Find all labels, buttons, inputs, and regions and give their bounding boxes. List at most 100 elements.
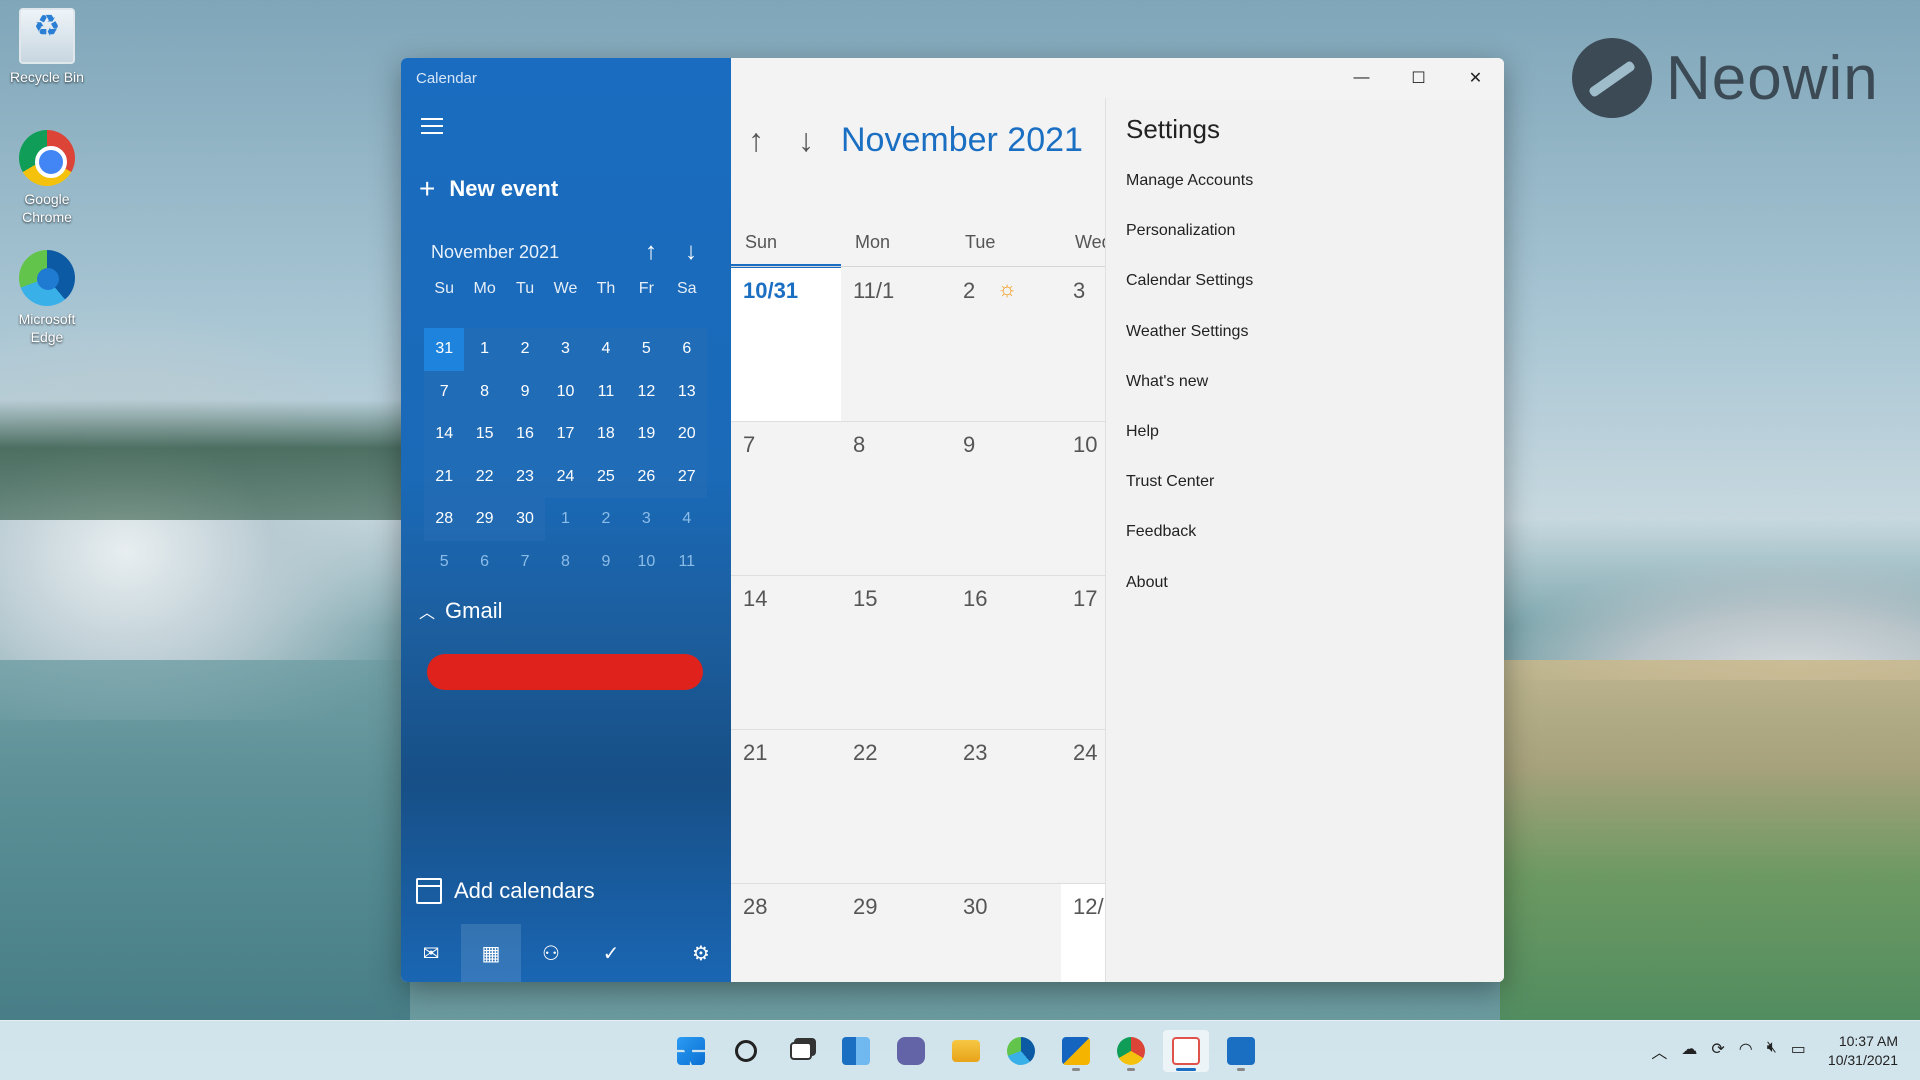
calendar-icon[interactable]: ▦ xyxy=(461,924,521,982)
mini-calendar-down-arrow-icon[interactable]: ↓ xyxy=(671,238,711,266)
mini-day[interactable]: 9 xyxy=(586,541,626,584)
settings-icon[interactable]: ⚙ xyxy=(671,924,731,982)
mini-day[interactable]: 3 xyxy=(626,498,666,541)
mail-icon[interactable]: ✉ xyxy=(401,924,461,982)
mini-day[interactable]: 2 xyxy=(586,498,626,541)
mini-day[interactable]: 3 xyxy=(545,328,586,371)
mini-day[interactable]: 1 xyxy=(464,328,505,371)
day-cell[interactable]: 15 xyxy=(841,576,951,729)
store-button[interactable] xyxy=(1053,1030,1099,1072)
sync-icon[interactable]: ⟳ xyxy=(1711,1039,1724,1063)
mini-day[interactable]: 28 xyxy=(424,498,465,541)
settings-item-about[interactable]: About xyxy=(1126,574,1253,624)
mini-day[interactable]: 7 xyxy=(424,370,465,413)
day-cell[interactable]: 8 xyxy=(841,422,951,575)
mini-day[interactable]: 14 xyxy=(424,413,465,456)
mini-day[interactable]: 23 xyxy=(504,455,546,498)
mini-day[interactable]: 2 xyxy=(504,328,546,371)
mini-day[interactable]: 29 xyxy=(464,498,505,541)
todo-icon[interactable]: ✓ xyxy=(581,924,641,982)
people-icon[interactable]: ⚇ xyxy=(521,924,581,982)
mini-day[interactable]: 10 xyxy=(545,370,586,413)
close-button[interactable]: ✕ xyxy=(1447,58,1504,98)
calendar-taskbar-button[interactable] xyxy=(1218,1030,1264,1072)
day-cell[interactable]: 28 xyxy=(731,884,841,982)
chat-button[interactable] xyxy=(888,1030,934,1072)
settings-item-trust-center[interactable]: Trust Center xyxy=(1126,473,1253,523)
chrome-taskbar-button[interactable] xyxy=(1108,1030,1154,1072)
mini-calendar-up-arrow-icon[interactable]: ↑ xyxy=(631,238,671,266)
mini-day[interactable]: 13 xyxy=(666,370,707,413)
task-view-button[interactable] xyxy=(778,1030,824,1072)
day-cell[interactable]: 17 xyxy=(1061,576,1105,729)
mini-day[interactable]: 4 xyxy=(667,498,707,541)
mini-day[interactable]: 27 xyxy=(666,455,707,498)
day-cell-next-month[interactable]: 12/1 xyxy=(1061,884,1105,982)
mini-day[interactable]: 26 xyxy=(626,455,667,498)
mini-day[interactable]: 16 xyxy=(504,413,546,456)
day-cell[interactable]: 24 xyxy=(1061,730,1105,883)
day-cell-today[interactable]: 10/31 xyxy=(731,268,841,421)
mini-day[interactable]: 19 xyxy=(626,413,667,456)
search-button[interactable] xyxy=(723,1030,769,1072)
mini-day[interactable]: 30 xyxy=(504,498,546,541)
day-cell[interactable]: 11/1 xyxy=(841,268,951,421)
mini-day[interactable]: 5 xyxy=(626,328,667,371)
day-cell[interactable]: 29 xyxy=(841,884,951,982)
mini-day[interactable]: 21 xyxy=(424,455,465,498)
day-cell[interactable]: 16 xyxy=(951,576,1061,729)
settings-item-manage-accounts[interactable]: Manage Accounts xyxy=(1126,172,1253,222)
mini-day[interactable]: 12 xyxy=(626,370,667,413)
month-title[interactable]: November 2021 xyxy=(841,121,1083,160)
hamburger-menu-icon[interactable] xyxy=(421,118,443,134)
mini-day[interactable]: 11 xyxy=(585,370,627,413)
day-cell[interactable]: 7 xyxy=(731,422,841,575)
wifi-icon[interactable]: ◠ xyxy=(1739,1039,1753,1063)
mini-day[interactable]: 5 xyxy=(424,541,464,584)
snipping-tool-button[interactable] xyxy=(1163,1030,1209,1072)
mini-day[interactable]: 10 xyxy=(626,541,666,584)
chevron-up-icon[interactable]: ︿ xyxy=(1651,1039,1667,1063)
mini-day[interactable]: 4 xyxy=(585,328,627,371)
settings-item-calendar-settings[interactable]: Calendar Settings xyxy=(1126,272,1253,322)
mini-day[interactable]: 1 xyxy=(545,498,585,541)
add-calendars-button[interactable]: Add calendars xyxy=(416,878,595,904)
previous-month-arrow-icon[interactable]: ↑ xyxy=(731,122,781,159)
day-cell[interactable]: 21 xyxy=(731,730,841,883)
settings-item-personalization[interactable]: Personalization xyxy=(1126,222,1253,272)
mini-day[interactable]: 24 xyxy=(545,455,586,498)
day-cell[interactable]: 14 xyxy=(731,576,841,729)
volume-muted-icon[interactable]: 🔇︎ xyxy=(1767,1039,1777,1063)
new-event-button[interactable]: + New event xyxy=(419,175,558,203)
mini-day[interactable]: 20 xyxy=(666,413,707,456)
desktop-icon-chrome[interactable]: Google Chrome xyxy=(4,130,90,226)
gmail-account-group[interactable]: ︿ Gmail xyxy=(419,598,502,624)
mini-day[interactable]: 25 xyxy=(585,455,627,498)
mini-day[interactable]: 6 xyxy=(464,541,504,584)
battery-icon[interactable]: ▭ xyxy=(1791,1039,1806,1063)
mini-day[interactable]: 6 xyxy=(666,328,707,371)
mini-day[interactable]: 8 xyxy=(545,541,585,584)
day-cell[interactable]: 23 xyxy=(951,730,1061,883)
next-month-arrow-icon[interactable]: ↓ xyxy=(781,122,831,159)
day-cell[interactable]: 3 xyxy=(1061,268,1105,421)
widgets-button[interactable] xyxy=(833,1030,879,1072)
mini-day[interactable]: 31 xyxy=(424,328,465,371)
settings-item-feedback[interactable]: Feedback xyxy=(1126,523,1253,573)
clock[interactable]: 10:37 AM 10/31/2021 xyxy=(1828,1032,1898,1070)
mini-day[interactable]: 17 xyxy=(545,413,586,456)
day-cell[interactable]: 10 xyxy=(1061,422,1105,575)
mini-day[interactable]: 7 xyxy=(505,541,545,584)
desktop-icon-recycle-bin[interactable]: Recycle Bin xyxy=(4,8,90,86)
file-explorer-button[interactable] xyxy=(943,1030,989,1072)
day-cell[interactable]: 22 xyxy=(841,730,951,883)
day-cell[interactable]: 9 xyxy=(951,422,1061,575)
settings-item-weather-settings[interactable]: Weather Settings xyxy=(1126,323,1253,373)
mini-day[interactable]: 8 xyxy=(464,370,505,413)
mini-day[interactable]: 11 xyxy=(667,541,707,584)
onedrive-icon[interactable]: ☁ xyxy=(1681,1039,1697,1063)
maximize-button[interactable]: ☐ xyxy=(1390,58,1447,98)
settings-item-whats-new[interactable]: What's new xyxy=(1126,373,1253,423)
mini-day[interactable]: 9 xyxy=(504,370,546,413)
mini-day[interactable]: 15 xyxy=(464,413,505,456)
